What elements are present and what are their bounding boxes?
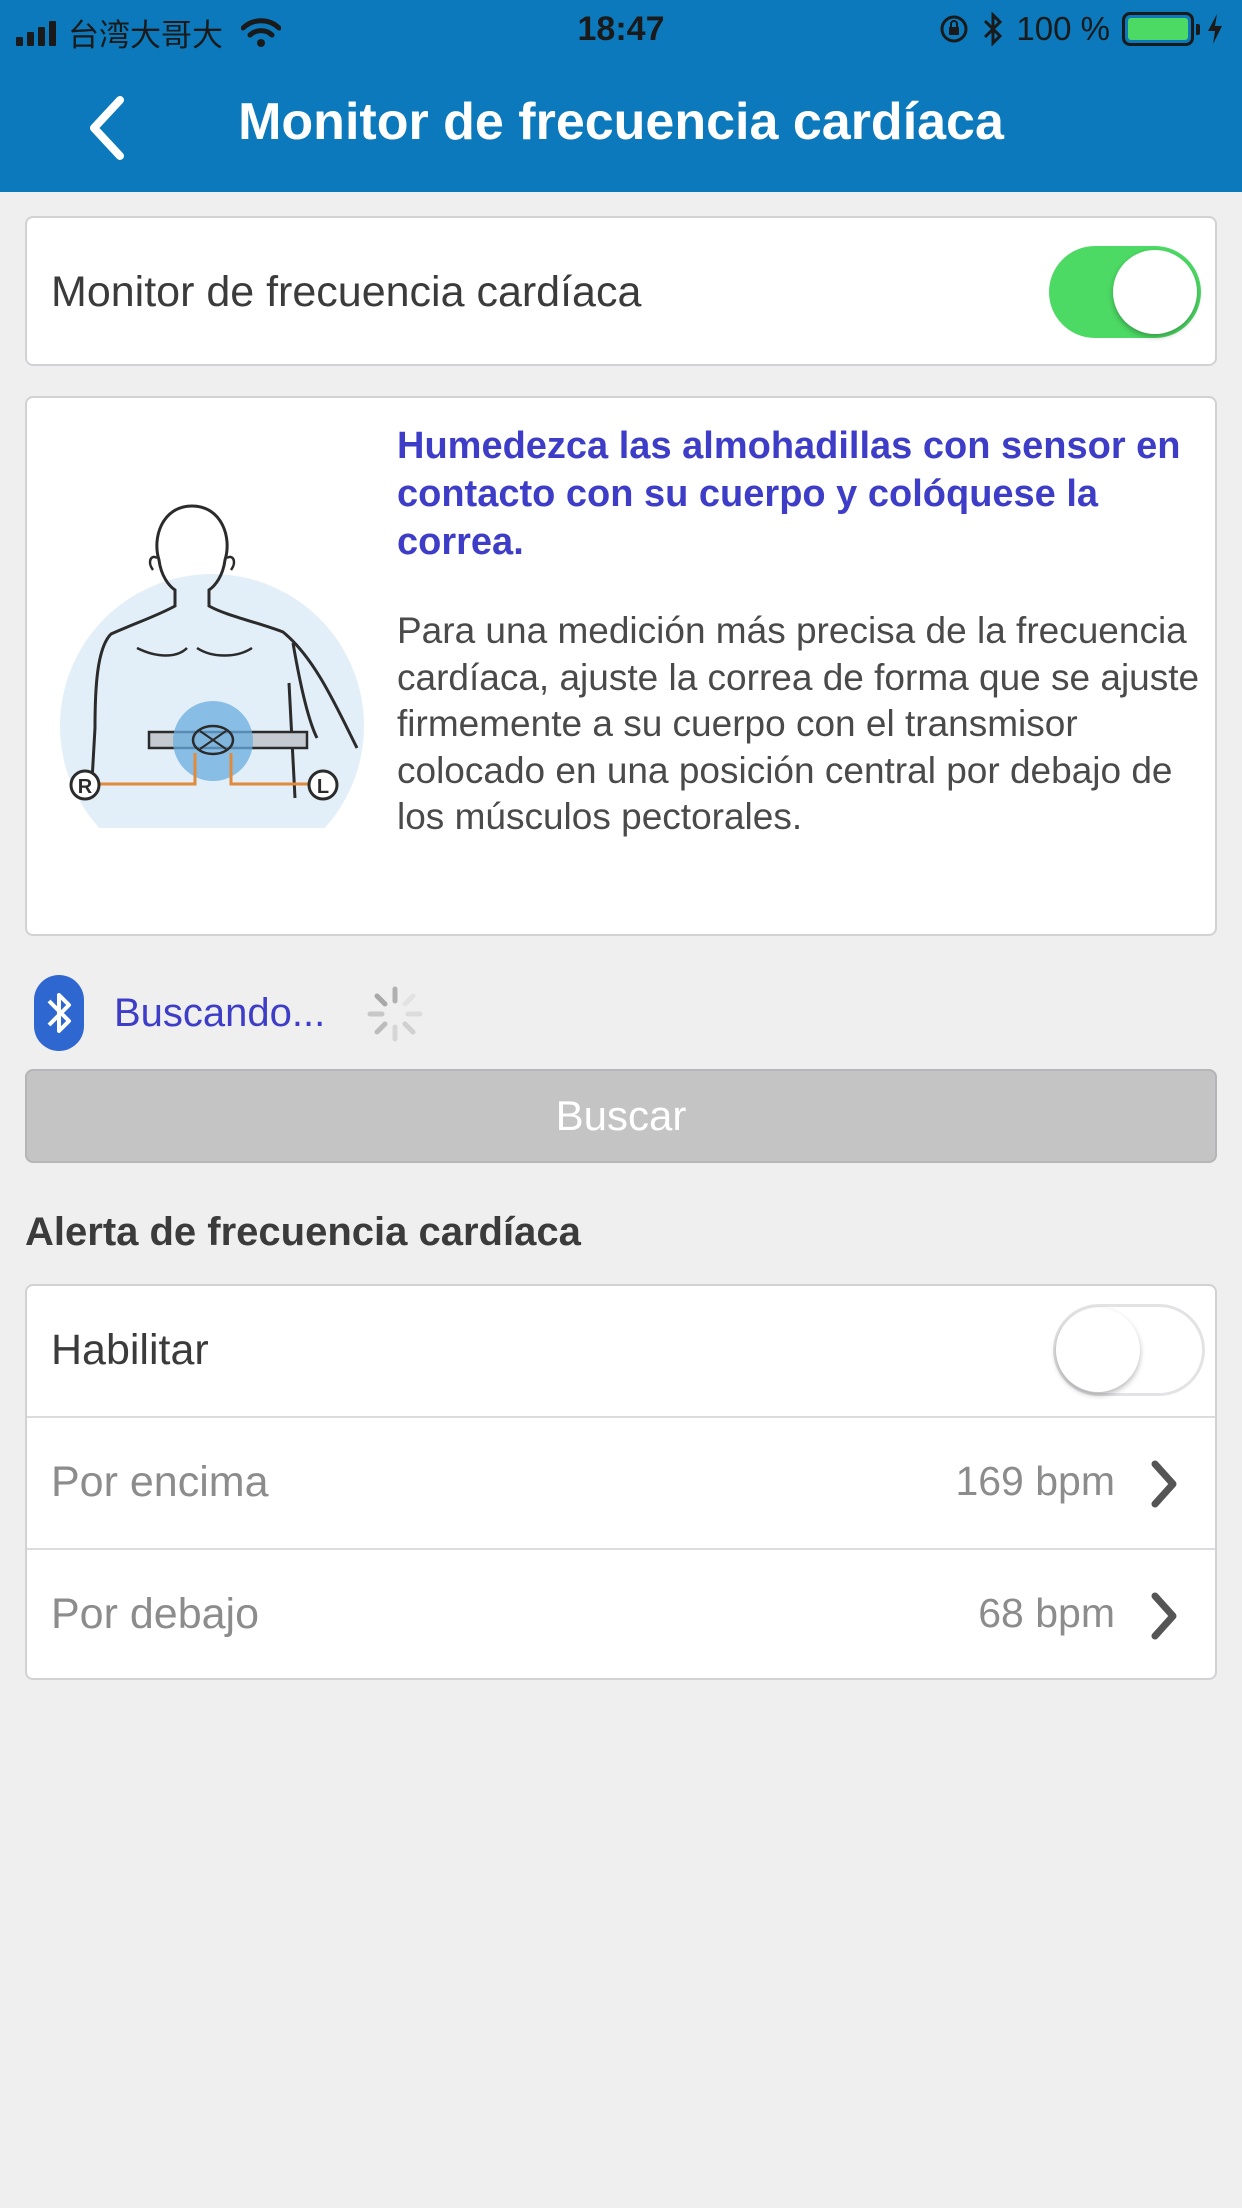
strap-left-label: L [317,776,329,798]
alert-enable-label: Habilitar [51,1326,209,1374]
chevron-right-icon [1151,1460,1177,1508]
instructions-body: Para una medición más precisa de la frec… [397,610,1200,837]
alert-above-label: Por encima [51,1458,269,1506]
monitor-toggle-switch[interactable] [1049,246,1201,338]
monitor-toggle-label: Monitor de frecuencia cardíaca [51,268,642,316]
status-right: 100 % [938,10,1224,48]
alert-settings-card: Habilitar Por encima 169 bpm Por debajo … [25,1284,1217,1680]
battery-icon [1122,12,1200,46]
alert-below-row[interactable]: Por debajo 68 bpm [27,1548,1215,1680]
status-bar: 台湾大哥大 18:47 100 % [0,0,1242,60]
alert-section-title: Alerta de frecuencia cardíaca [25,1210,581,1254]
alert-below-label: Por debajo [51,1590,259,1638]
page-title: Monitor de frecuencia cardíaca [238,93,1004,151]
strap-right-label: R [78,776,93,798]
searching-label: Buscando... [114,991,326,1035]
chevron-right-icon [1151,1592,1177,1640]
monitor-toggle-card: Monitor de frecuencia cardíaca [25,216,1217,366]
nav-bar: 台湾大哥大 18:47 100 % Monitor de frecuencia … [0,0,1242,192]
instructions-heading: Humedezca las almohadillas con sensor en… [397,425,1181,563]
chest-strap-illustration: R L [60,504,364,828]
alert-below-value: 68 bpm [978,1590,1115,1636]
bluetooth-search-status: Buscando... [34,975,634,1051]
bluetooth-status-icon [984,12,1003,46]
instructions-card: R L Humedezca las almohadillas con senso… [25,396,1217,936]
bluetooth-icon [34,975,84,1051]
battery-percent: 100 % [1016,10,1110,47]
loading-spinner-icon [367,986,423,1042]
search-button[interactable]: Buscar [25,1069,1217,1163]
alert-enable-row: Habilitar [27,1286,1215,1418]
orientation-lock-icon [940,15,968,43]
alert-above-row[interactable]: Por encima 169 bpm [27,1416,1215,1548]
alert-enable-switch[interactable] [1053,1304,1205,1396]
charging-icon [1208,14,1222,44]
alert-above-value: 169 bpm [955,1458,1115,1504]
